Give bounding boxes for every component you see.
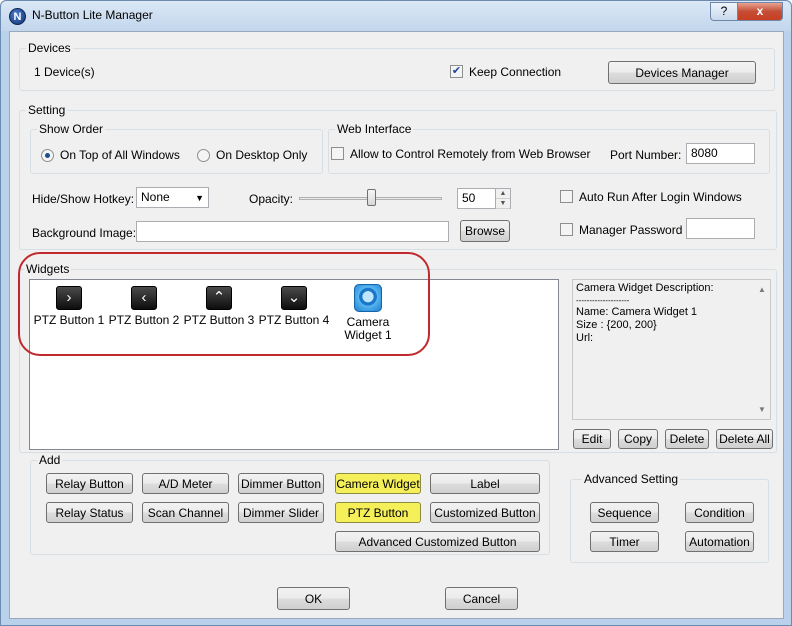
keep-connection-checkbox[interactable]: ✔: [450, 65, 463, 78]
description-size: Size : {200, 200}: [576, 319, 657, 331]
browse-button[interactable]: Browse: [460, 220, 510, 242]
copy-button[interactable]: Copy: [618, 429, 658, 449]
background-image-input[interactable]: [136, 221, 449, 242]
description-url: Url:: [576, 332, 594, 344]
advanced-setting-label: Advanced Setting: [582, 472, 681, 486]
port-number-input[interactable]: 8080: [686, 143, 755, 164]
chevron-up-icon: ⌃: [206, 286, 232, 310]
condition-button[interactable]: Condition: [685, 502, 754, 523]
web-interface-label: Web Interface: [335, 122, 414, 136]
widget-label: PTZ Button 4: [258, 313, 330, 327]
dimmer-button-button[interactable]: Dimmer Button: [238, 473, 324, 494]
devices-manager-button[interactable]: Devices Manager: [608, 61, 756, 84]
setting-group-label: Setting: [26, 103, 68, 117]
ok-button[interactable]: OK: [277, 587, 350, 610]
help-button[interactable]: ?: [710, 2, 737, 21]
port-number-label: Port Number:: [610, 148, 682, 162]
auto-run-checkbox[interactable]: [560, 190, 573, 203]
description-heading: Camera Widget Description:: [576, 282, 714, 294]
widget-ptz-button-2[interactable]: ‹ PTZ Button 2: [106, 286, 182, 327]
add-group-label: Add: [37, 453, 63, 467]
opacity-label: Opacity:: [249, 192, 294, 206]
devices-group-label: Devices: [26, 41, 73, 55]
description-name: Name: Camera Widget 1: [576, 306, 698, 318]
chevron-down-icon: ⌄: [281, 286, 307, 310]
label-button[interactable]: Label: [430, 473, 540, 494]
opacity-spinner[interactable]: 50 ▲ ▼: [457, 188, 511, 209]
opacity-slider-thumb[interactable]: [367, 189, 376, 206]
opacity-spin-buttons[interactable]: ▲ ▼: [495, 189, 510, 209]
widget-ptz-button-4[interactable]: ⌄ PTZ Button 4: [256, 286, 332, 327]
widget-label: Camera Widget 1: [344, 315, 392, 342]
description-separator: --------------------: [576, 296, 630, 305]
scroll-down-icon[interactable]: ▼: [758, 403, 766, 416]
widget-label: PTZ Button 1: [33, 313, 105, 327]
widgets-group-label: Widgets: [24, 262, 72, 276]
sequence-button[interactable]: Sequence: [590, 502, 659, 523]
dimmer-slider-button[interactable]: Dimmer Slider: [238, 502, 324, 523]
scan-channel-button[interactable]: Scan Channel: [142, 502, 229, 523]
dropdown-arrow-icon: ▼: [195, 193, 204, 203]
hotkey-value: None: [141, 190, 170, 204]
relay-button-button[interactable]: Relay Button: [46, 473, 133, 494]
title-bar[interactable]: N N-Button Lite Manager ? x: [1, 1, 791, 31]
edit-button[interactable]: Edit: [573, 429, 611, 449]
radio-desktop-only[interactable]: [197, 149, 210, 162]
advanced-customized-button-button[interactable]: Advanced Customized Button: [335, 531, 540, 552]
spin-up-icon[interactable]: ▲: [496, 189, 510, 199]
customized-button-button[interactable]: Customized Button: [430, 502, 540, 523]
delete-all-button[interactable]: Delete All: [716, 429, 773, 449]
timer-button[interactable]: Timer: [590, 531, 659, 552]
opacity-value: 50: [462, 191, 476, 205]
widget-camera-widget-1[interactable]: Camera Widget 1: [330, 284, 406, 342]
show-order-label: Show Order: [37, 122, 106, 136]
widget-label: PTZ Button 2: [108, 313, 180, 327]
hotkey-label: Hide/Show Hotkey:: [32, 192, 135, 206]
manager-password-input[interactable]: [686, 218, 755, 239]
widget-description-box[interactable]: Camera Widget Description: -------------…: [572, 279, 771, 420]
device-count: 1 Device(s): [34, 65, 95, 79]
app-window: N N-Button Lite Manager ? x Devices 1 De…: [0, 0, 792, 626]
radio-on-top[interactable]: [41, 149, 54, 162]
widget-ptz-button-3[interactable]: ⌃ PTZ Button 3: [181, 286, 257, 327]
window-title: N-Button Lite Manager: [32, 8, 153, 22]
chevron-right-icon: ›: [56, 286, 82, 310]
cancel-button[interactable]: Cancel: [445, 587, 518, 610]
manager-password-label: Manager Password: [579, 223, 683, 237]
allow-remote-checkbox[interactable]: [331, 147, 344, 160]
automation-button[interactable]: Automation: [685, 531, 754, 552]
hotkey-select[interactable]: None ▼: [136, 187, 209, 208]
widget-list[interactable]: › PTZ Button 1 ‹ PTZ Button 2 ⌃ PTZ Butt…: [29, 279, 559, 450]
manager-password-checkbox[interactable]: [560, 223, 573, 236]
relay-status-button[interactable]: Relay Status: [46, 502, 133, 523]
background-image-label: Background Image:: [32, 226, 137, 240]
option-on-top-label: On Top of All Windows: [60, 148, 180, 162]
camera-icon: [354, 284, 382, 312]
ad-meter-button[interactable]: A/D Meter: [142, 473, 229, 494]
dialog-client-area: Devices 1 Device(s) ✔ Keep Connection De…: [9, 31, 784, 619]
allow-remote-label: Allow to Control Remotely from Web Brows…: [350, 147, 591, 161]
camera-widget-button[interactable]: Camera Widget: [335, 473, 421, 494]
widget-ptz-button-1[interactable]: › PTZ Button 1: [31, 286, 107, 327]
ptz-button-button[interactable]: PTZ Button: [335, 502, 421, 523]
widget-label: PTZ Button 3: [183, 313, 255, 327]
spin-down-icon[interactable]: ▼: [496, 199, 510, 209]
scroll-up-icon[interactable]: ▲: [758, 283, 766, 296]
keep-connection-label: Keep Connection: [469, 65, 562, 79]
chevron-left-icon: ‹: [131, 286, 157, 310]
auto-run-label: Auto Run After Login Windows: [579, 190, 742, 204]
app-logo-icon: N: [9, 8, 26, 25]
option-desktop-label: On Desktop Only: [216, 148, 308, 162]
close-button[interactable]: x: [737, 2, 783, 21]
description-scrollbar[interactable]: ▲ ▼: [755, 280, 770, 419]
delete-button[interactable]: Delete: [665, 429, 709, 449]
